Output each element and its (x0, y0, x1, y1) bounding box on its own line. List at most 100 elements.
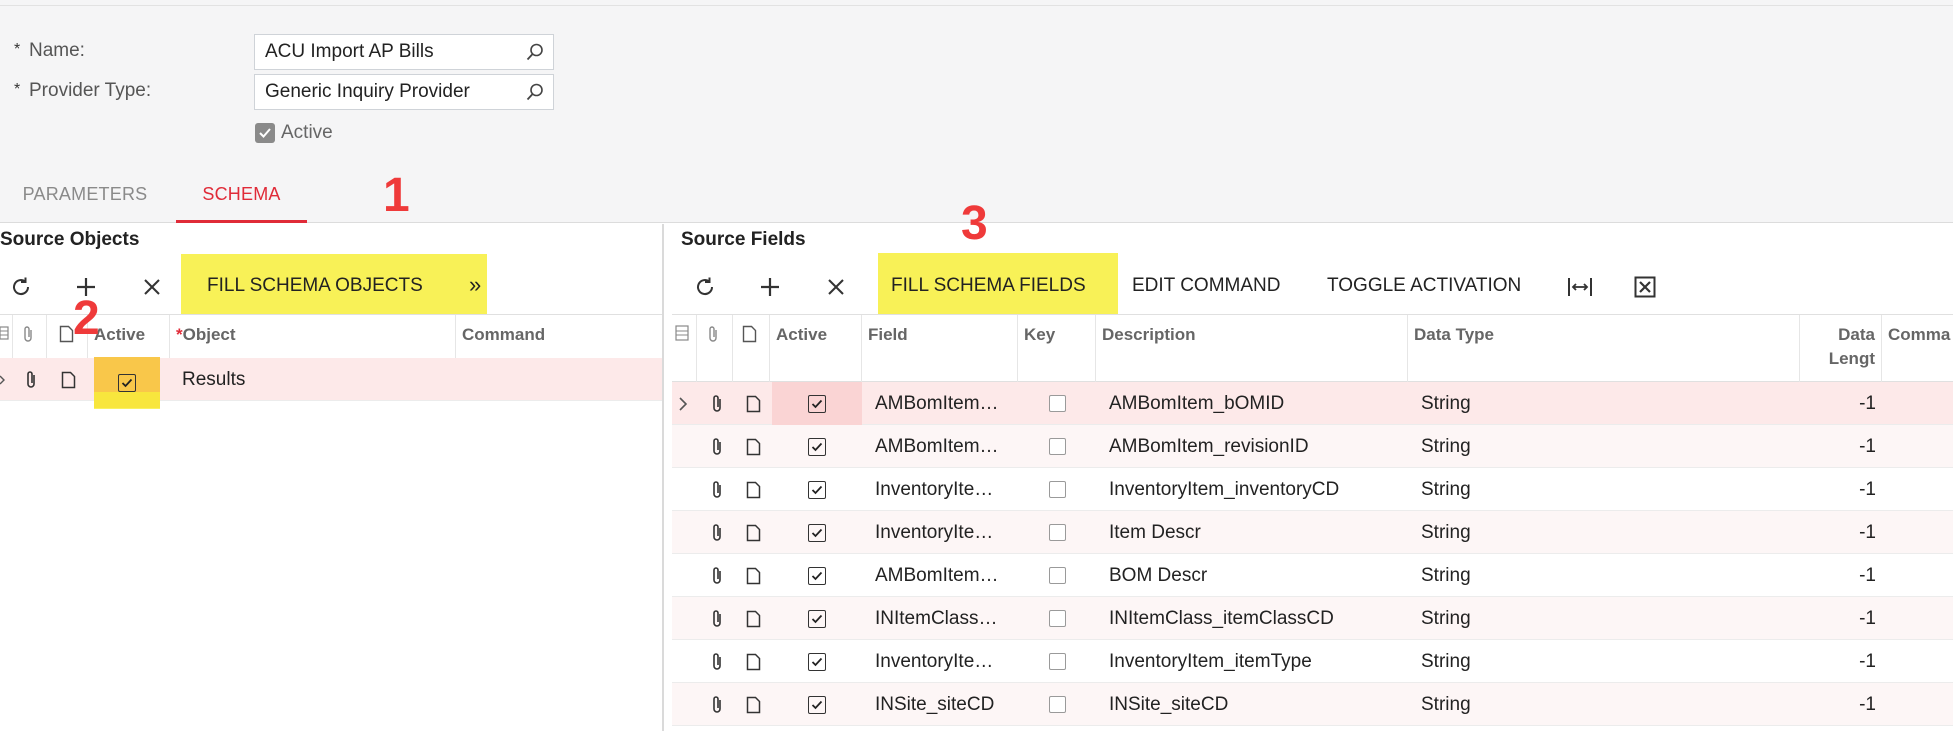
note-icon[interactable] (746, 382, 766, 425)
table-row[interactable]: InventoryIte… InventoryItem_itemType Strin… (672, 640, 1953, 683)
key-cell[interactable] (1049, 511, 1079, 554)
name-field[interactable]: ACU Import AP Bills (254, 34, 554, 70)
checkbox-unchecked-icon[interactable] (1049, 438, 1066, 455)
key-column-header[interactable]: Key (1018, 315, 1096, 383)
panel-splitter[interactable] (662, 224, 664, 731)
description-cell[interactable]: AMBomItem_bOMID (1109, 382, 1404, 425)
active-cell[interactable] (772, 468, 862, 511)
checkbox-unchecked-icon[interactable] (1049, 481, 1066, 498)
search-icon[interactable] (525, 42, 545, 62)
data-length-cell[interactable]: -1 (1800, 511, 1876, 554)
table-row[interactable]: AMBomItem… AMBomItem_bOMID String -1 (672, 382, 1953, 425)
key-cell[interactable] (1049, 382, 1079, 425)
description-cell[interactable]: InventoryItem_inventoryCD (1109, 468, 1404, 511)
data-type-cell[interactable]: String (1421, 382, 1791, 425)
attachment-icon[interactable] (710, 597, 730, 640)
fill-schema-fields-button[interactable]: FILL SCHEMA FIELDS (891, 275, 1086, 297)
command-cell[interactable] (462, 358, 652, 401)
checkbox-unchecked-icon[interactable] (1049, 610, 1066, 627)
data-type-cell[interactable]: String (1421, 511, 1791, 554)
active-cell[interactable] (772, 425, 862, 468)
fit-to-screen-icon[interactable] (1565, 272, 1595, 302)
description-cell[interactable]: Item Descr (1109, 511, 1404, 554)
checkbox-checked-icon[interactable] (808, 652, 826, 671)
active-column-header[interactable]: Active (770, 315, 862, 383)
field-cell[interactable]: InventoryIte… (875, 511, 1018, 554)
data-length-cell[interactable]: -1 (1800, 640, 1876, 683)
data-length-cell[interactable]: -1 (1800, 382, 1876, 425)
table-row[interactable]: InventoryIte… InventoryItem_inventoryCD St… (672, 468, 1953, 511)
edit-command-button[interactable]: EDIT COMMAND (1132, 275, 1280, 297)
active-cell[interactable] (772, 382, 862, 425)
data-length-cell[interactable]: -1 (1800, 468, 1876, 511)
table-row[interactable]: InventoryIte… Item Descr String -1 (672, 511, 1953, 554)
checkbox-checked-icon[interactable] (808, 566, 826, 585)
checkbox-checked-icon[interactable] (808, 394, 826, 413)
checkbox-checked-icon[interactable] (808, 609, 826, 628)
more-actions-button[interactable]: » (469, 272, 481, 298)
attachment-icon[interactable] (710, 425, 730, 468)
checkbox-checked-icon[interactable] (808, 523, 826, 542)
description-cell[interactable]: BOM Descr (1109, 554, 1404, 597)
field-cell[interactable]: AMBomItem… (875, 554, 1018, 597)
tab-parameters[interactable]: PARAMETERS (0, 170, 170, 223)
table-row[interactable]: AMBomItem… BOM Descr String -1 (672, 554, 1953, 597)
active-cell[interactable] (772, 511, 862, 554)
field-cell[interactable]: INItemClass… (875, 597, 1018, 640)
checkbox-checked-icon[interactable] (808, 695, 826, 714)
note-icon[interactable] (746, 597, 766, 640)
data-type-cell[interactable]: String (1421, 597, 1791, 640)
key-cell[interactable] (1049, 554, 1079, 597)
note-icon[interactable] (746, 425, 766, 468)
note-icon[interactable] (746, 683, 766, 726)
attachment-icon[interactable] (710, 468, 730, 511)
refresh-icon[interactable] (690, 272, 720, 302)
checkbox-checked-icon[interactable] (808, 480, 826, 499)
checkbox-unchecked-icon[interactable] (1049, 395, 1066, 412)
provider-type-field[interactable]: Generic Inquiry Provider (254, 74, 554, 110)
checkbox-unchecked-icon[interactable] (1049, 567, 1066, 584)
field-cell[interactable]: AMBomItem… (875, 382, 1018, 425)
note-icon[interactable] (746, 554, 766, 597)
active-cell[interactable] (772, 597, 862, 640)
data-length-cell[interactable]: -1 (1800, 683, 1876, 726)
checkbox-unchecked-icon[interactable] (1049, 653, 1066, 670)
checkbox-unchecked-icon[interactable] (1049, 696, 1066, 713)
key-cell[interactable] (1049, 425, 1079, 468)
checkbox-checked-icon[interactable] (808, 437, 826, 456)
active-cell[interactable] (772, 554, 862, 597)
data-length-cell[interactable]: -1 (1800, 425, 1876, 468)
data-type-cell[interactable]: String (1421, 425, 1791, 468)
add-icon[interactable] (755, 272, 785, 302)
fill-schema-objects-button[interactable]: FILL SCHEMA OBJECTS (207, 275, 423, 297)
toggle-activation-button[interactable]: TOGGLE ACTIVATION (1327, 275, 1521, 297)
data-type-cell[interactable]: String (1421, 468, 1791, 511)
field-column-header[interactable]: Field (862, 315, 1018, 383)
attachment-icon[interactable] (710, 382, 730, 425)
key-cell[interactable] (1049, 640, 1079, 683)
search-icon[interactable] (525, 82, 545, 102)
delete-icon[interactable] (137, 272, 167, 302)
attachment-icon[interactable] (710, 554, 730, 597)
checkbox-unchecked-icon[interactable] (1049, 524, 1066, 541)
description-cell[interactable]: INItemClass_itemClassCD (1109, 597, 1404, 640)
data-length-cell[interactable]: -1 (1800, 597, 1876, 640)
note-icon[interactable] (746, 640, 766, 683)
description-cell[interactable]: AMBomItem_revisionID (1109, 425, 1404, 468)
data-type-column-header[interactable]: Data Type (1408, 315, 1800, 383)
field-cell[interactable]: INSite_siteCD (875, 683, 1018, 726)
active-checkbox[interactable]: Active (255, 122, 333, 144)
data-type-cell[interactable]: String (1421, 640, 1791, 683)
table-row[interactable]: INItemClass… INItemClass_itemClassCD Strin… (672, 597, 1953, 640)
row-expand-icon[interactable] (0, 358, 12, 401)
data-type-cell[interactable]: String (1421, 683, 1791, 726)
data-length-cell[interactable]: -1 (1800, 554, 1876, 597)
key-cell[interactable] (1049, 683, 1079, 726)
key-cell[interactable] (1049, 597, 1079, 640)
field-cell[interactable]: InventoryIte… (875, 468, 1018, 511)
data-length-column-header[interactable]: Data Lengt (1800, 315, 1882, 383)
refresh-icon[interactable] (6, 272, 36, 302)
description-cell[interactable]: INSite_siteCD (1109, 683, 1404, 726)
checkbox-checked-icon[interactable] (118, 373, 136, 392)
tab-schema[interactable]: SCHEMA (176, 170, 307, 223)
